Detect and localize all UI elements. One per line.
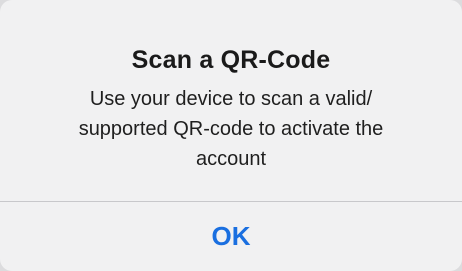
alert-message-line: Use your device to scan a valid/ (89, 88, 373, 110)
ok-button[interactable]: OK (0, 202, 462, 271)
alert-message-line: supported QR-code to activate the (78, 118, 384, 140)
alert-message-line: account (195, 148, 267, 170)
alert-title: Scan a QR-Code (131, 46, 331, 74)
screen: Scan a QR-Code Use your device to scan a… (0, 0, 462, 271)
alert-dialog: Scan a QR-Code Use your device to scan a… (0, 0, 462, 271)
alert-message: Use your device to scan a valid/ support… (60, 84, 402, 174)
alert-content: Scan a QR-Code Use your device to scan a… (0, 0, 462, 201)
